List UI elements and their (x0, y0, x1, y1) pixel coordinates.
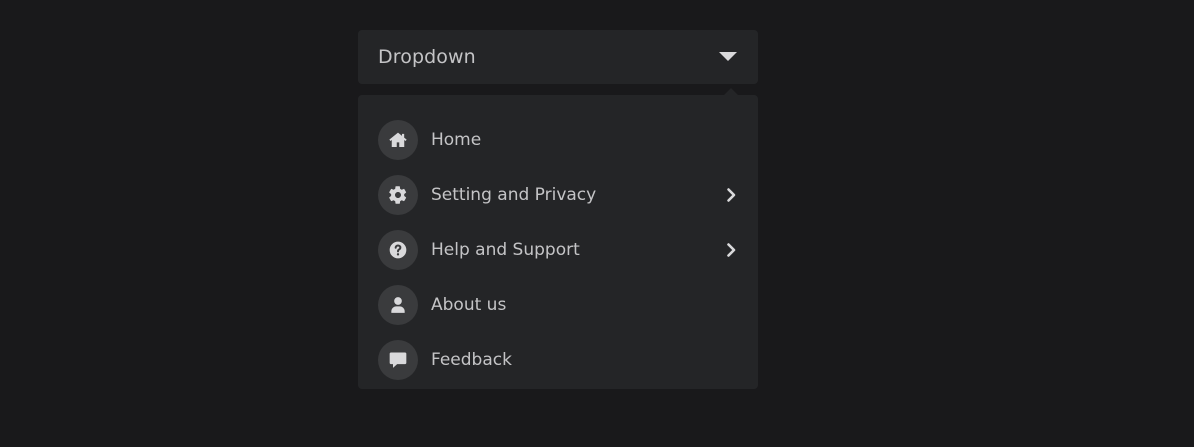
menu-item-help-and-support[interactable]: Help and Support (378, 222, 738, 277)
caret-down-icon (719, 51, 737, 61)
home-icon (378, 119, 418, 160)
menu-item-setting-and-privacy[interactable]: Setting and Privacy (378, 167, 738, 222)
gear-icon (378, 174, 418, 215)
menu-item-feedback[interactable]: Feedback (378, 332, 738, 387)
menu-item-label: Help and Support (431, 239, 580, 260)
menu-item-home[interactable]: Home (378, 112, 738, 167)
menu-item-label: Setting and Privacy (431, 184, 597, 205)
menu-item-label: Home (431, 129, 482, 150)
menu-pointer (724, 88, 738, 95)
dropdown-label: Dropdown (378, 46, 476, 68)
menu-item-label: Feedback (431, 349, 512, 370)
question-icon (378, 229, 418, 270)
dropdown-toggle-button[interactable]: Dropdown (358, 30, 758, 84)
user-icon (378, 284, 418, 325)
menu-item-about-us[interactable]: About us (378, 277, 738, 332)
message-icon (378, 339, 418, 380)
menu-item-label: About us (431, 294, 507, 315)
dropdown-menu: Home Setting and Privacy Help and Suppor… (358, 88, 758, 389)
chevron-right-icon (724, 242, 738, 258)
chevron-right-icon (724, 187, 738, 203)
